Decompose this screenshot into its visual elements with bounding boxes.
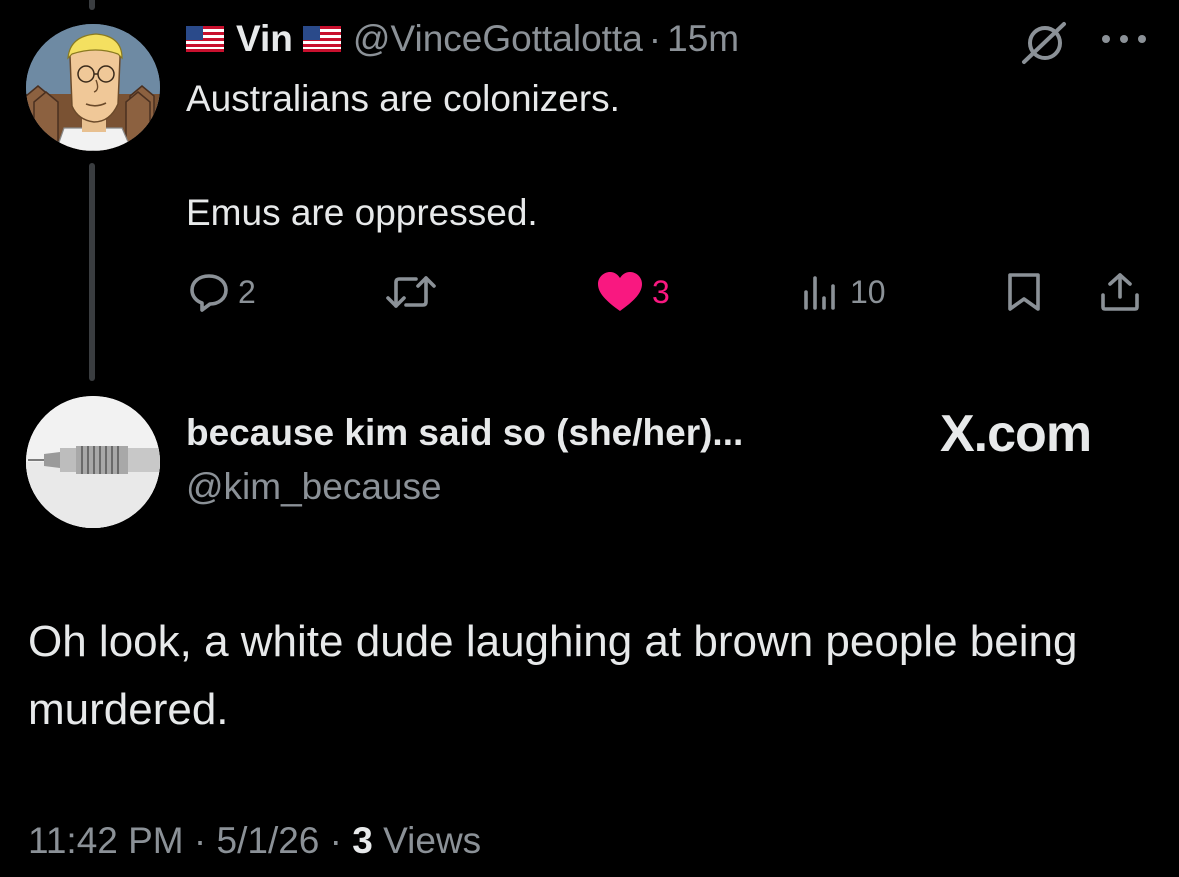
thread-line bbox=[89, 163, 95, 381]
separator-dot: · bbox=[193, 820, 207, 861]
tweet-meta: 11:42 PM · 5/1/26 · 3 Views bbox=[28, 820, 481, 862]
tweet-text-line: Australians are colonizers. bbox=[186, 78, 620, 119]
view-count: 10 bbox=[850, 273, 886, 310]
views-button[interactable]: 10 bbox=[800, 270, 886, 314]
author-handle[interactable]: @VinceGottalotta bbox=[353, 18, 643, 60]
avatar-vin[interactable] bbox=[26, 24, 160, 151]
reply-text: Oh look, a white dude laughing at brown … bbox=[28, 617, 1078, 734]
reply-time[interactable]: 11:42 PM bbox=[28, 820, 184, 861]
thread-line-top bbox=[89, 0, 95, 10]
retweet-icon bbox=[386, 276, 436, 308]
flag-us-icon bbox=[186, 26, 224, 52]
separator-dot: · bbox=[329, 820, 342, 861]
avatar-pencil-image bbox=[26, 396, 160, 528]
reply-author-handle[interactable]: @kim_because bbox=[186, 466, 442, 508]
tweet-timestamp[interactable]: 15m bbox=[667, 18, 739, 60]
separator-dot: · bbox=[648, 18, 662, 59]
share-icon bbox=[1101, 273, 1139, 311]
bookmark-icon bbox=[1008, 273, 1040, 311]
views-label: Views bbox=[383, 820, 482, 861]
like-count: 3 bbox=[652, 273, 670, 310]
grok-icon[interactable] bbox=[1018, 20, 1070, 66]
retweet-button[interactable] bbox=[384, 270, 438, 314]
bookmark-button[interactable] bbox=[1004, 270, 1044, 314]
avatar-kim[interactable] bbox=[26, 396, 160, 528]
flag-us-icon bbox=[302, 26, 341, 52]
views-icon bbox=[804, 276, 835, 310]
author-name[interactable]: Vin bbox=[236, 18, 293, 60]
brand-xcom-logo: X.com bbox=[940, 405, 1092, 463]
reply-count: 2 bbox=[238, 273, 256, 310]
reply-date[interactable]: 5/1/26 bbox=[217, 820, 320, 861]
like-icon bbox=[598, 272, 642, 311]
avatar-cartoon-image bbox=[26, 24, 160, 151]
reply-author-name[interactable]: because kim said so (she/her)... bbox=[186, 412, 743, 454]
share-button[interactable] bbox=[1098, 270, 1142, 314]
like-button[interactable]: 3 bbox=[596, 270, 670, 314]
reply-button[interactable]: 2 bbox=[188, 270, 256, 314]
reply-icon bbox=[190, 274, 228, 312]
tweet-text-line: Emus are oppressed. bbox=[186, 192, 538, 233]
more-icon[interactable] bbox=[1100, 32, 1148, 44]
tweet-header: Vin @VinceGottalotta · 15m bbox=[186, 14, 739, 64]
views-count: 3 bbox=[352, 820, 373, 861]
